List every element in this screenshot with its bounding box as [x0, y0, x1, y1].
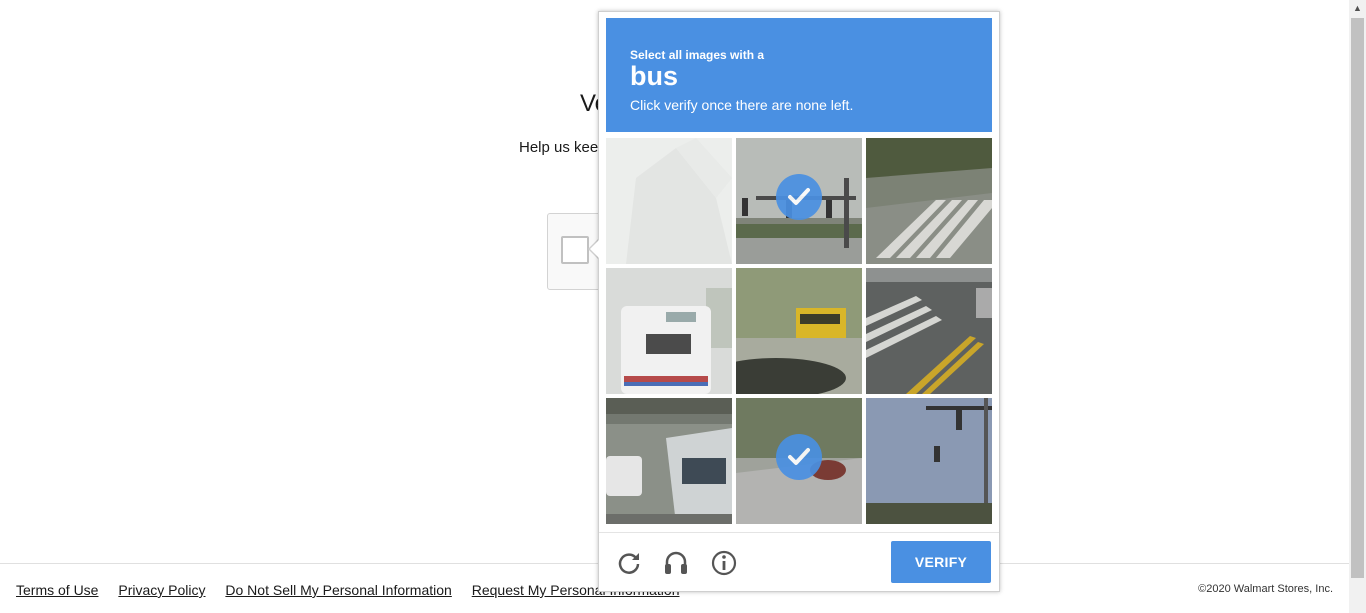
challenge-header: Select all images with a bus Click verif…: [606, 18, 992, 132]
tile-image-traffic-light-sky: [866, 398, 992, 524]
instruction-line1: Select all images with a: [630, 48, 765, 62]
challenge-target: bus: [630, 61, 679, 91]
scroll-thumb[interactable]: [1351, 18, 1364, 578]
tile-image-crosswalk-yellow: [866, 268, 992, 394]
tile-image-city-bus: [606, 398, 732, 524]
scrollbar[interactable]: ▲: [1349, 0, 1366, 613]
do-not-sell-link[interactable]: Do Not Sell My Personal Information: [225, 582, 451, 598]
scroll-up-arrow-icon[interactable]: ▲: [1349, 0, 1366, 17]
image-grid: [606, 138, 992, 524]
tile-image-school-bus: [736, 268, 862, 394]
tile-image-bus-rear: [606, 268, 732, 394]
image-tile[interactable]: [606, 268, 732, 394]
image-tile[interactable]: [866, 398, 992, 524]
privacy-link[interactable]: Privacy Policy: [118, 582, 205, 598]
captcha-checkbox[interactable]: [561, 236, 589, 264]
image-tile[interactable]: [866, 138, 992, 264]
terms-link[interactable]: Terms of Use: [16, 582, 98, 598]
checkmark-icon: [776, 174, 822, 220]
image-tile[interactable]: [606, 398, 732, 524]
tile-image-faded-building: [606, 138, 732, 264]
image-tile[interactable]: [736, 138, 862, 264]
footer-links: Terms of Use Privacy Policy Do Not Sell …: [16, 582, 695, 598]
image-tile[interactable]: [606, 138, 732, 264]
verify-button[interactable]: VERIFY: [891, 541, 991, 583]
captcha-challenge-popup: Select all images with a bus Click verif…: [598, 11, 1000, 592]
reload-icon[interactable]: [615, 549, 643, 577]
instruction-line3: Click verify once there are none left.: [630, 97, 854, 113]
challenge-footer-divider: [599, 532, 999, 533]
info-icon[interactable]: [710, 549, 738, 577]
page-help-text: Help us kee: [519, 139, 599, 156]
image-tile[interactable]: [736, 398, 862, 524]
image-tile[interactable]: [866, 268, 992, 394]
image-tile[interactable]: [736, 268, 862, 394]
copyright: ©2020 Walmart Stores, Inc.: [1198, 583, 1333, 595]
audio-icon[interactable]: [662, 549, 690, 577]
tile-image-crosswalk: [866, 138, 992, 264]
checkmark-icon: [776, 434, 822, 480]
popup-arrow-inner: [590, 239, 600, 259]
